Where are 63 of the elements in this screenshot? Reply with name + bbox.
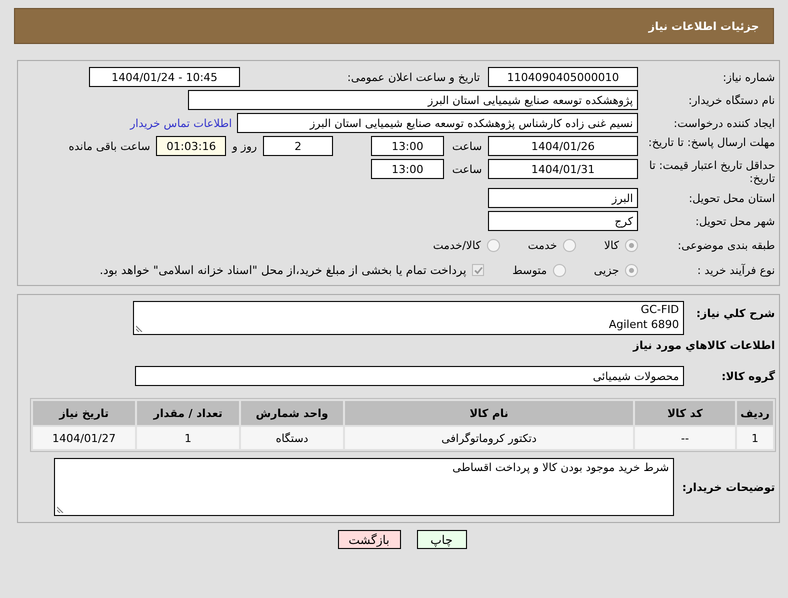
field-label: تاریخ و ساعت اعلان عمومی: [347, 70, 480, 84]
section-heading: اطلاعات کالاهاي مورد نياز [633, 339, 775, 352]
radio-button[interactable] [563, 238, 576, 252]
print-button[interactable]: چاپ [416, 530, 466, 549]
buyer-contact-link[interactable]: اطلاعات تماس خریدار [130, 116, 232, 130]
requester-field[interactable]: نسیم غنی زاده کارشناس پژوهشکده توسعه صنایع شیمیایی استان البرز [237, 113, 638, 133]
field-label: ایجاد کننده درخواست: [674, 116, 775, 130]
validity-date-field[interactable]: 1404/01/31 [488, 159, 638, 179]
resize-grip-icon [57, 505, 65, 513]
radio-label: کالا [604, 238, 619, 252]
goods-group-field[interactable]: محصولات شیمیائی [135, 366, 684, 386]
column-header: تعداد / مقدار [137, 401, 239, 425]
field-label: نوع فرآیند خرید : [697, 264, 775, 276]
province-field[interactable]: البرز [488, 188, 638, 208]
payment-note: پرداخت تمام یا بخشی از مبلغ خرید،از محل "اسناد خزانه اسلامی" خواهد بود. [100, 264, 466, 276]
field-label: شهر محل تحویل: [695, 214, 775, 228]
radio-label: متوسط [512, 264, 547, 276]
buyer-notes-box[interactable]: شرط خرید موجود بودن کالا و پرداخت اقساطی [54, 458, 674, 516]
radio-button[interactable] [486, 238, 500, 252]
days-field[interactable]: 2 [263, 136, 333, 156]
buyer-org-field[interactable]: پژوهشکده توسعه صنایع شیمیایی استان البرز [188, 90, 638, 110]
table-cell: دتکتور کروماتوگرافی [345, 427, 633, 449]
need-number-field[interactable]: 1104090405000010 [488, 67, 638, 87]
city-field[interactable]: کرج [488, 211, 638, 231]
checkbox[interactable] [472, 264, 484, 276]
column-header: واحد شمارش [241, 401, 343, 425]
time-label: ساعت [451, 162, 482, 176]
radio-label: کالا/خدمت [433, 238, 481, 252]
radio-label: خدمت [528, 238, 558, 252]
field-label: طبقه بندی موضوعی: [678, 238, 775, 252]
column-header: ردیف [737, 401, 773, 425]
column-header: کد کالا [635, 401, 735, 425]
field-label: شماره نیاز: [722, 70, 775, 84]
radio-button[interactable] [625, 238, 638, 252]
field-label: نام دستگاه خریدار: [688, 94, 775, 106]
table-cell: -- [635, 427, 735, 449]
remaining-label: ساعت باقی مانده [68, 140, 150, 152]
days-label: روز و [232, 140, 257, 152]
reply-date-field[interactable]: 1404/01/26 [488, 136, 638, 156]
field-label: استان محل تحویل: [688, 192, 775, 204]
table-cell: دستگاه [241, 427, 343, 449]
radio-label: جزیی [594, 264, 619, 276]
field-label: گروه کالا: [721, 370, 775, 382]
table-cell: 1 [137, 427, 239, 449]
radio-button[interactable] [552, 264, 566, 276]
field-label: شرح کلي نياز: [696, 307, 775, 320]
field-label: مهلت ارسال پاسخ: تا تاریخ: [648, 136, 775, 149]
table-cell: 1404/01/27 [33, 427, 135, 449]
remaining-time-field: 01:03:16 [156, 136, 226, 156]
reply-time-field[interactable]: 13:00 [371, 136, 444, 156]
page-title: جزئیات اطلاعات نیاز [648, 20, 759, 32]
announce-date-field[interactable]: 1404/01/24 - 10:45 [89, 67, 240, 87]
time-label: ساعت [451, 140, 482, 152]
radio-button[interactable] [625, 264, 638, 276]
description-box[interactable]: GC-FID Agilent 6890 [133, 301, 684, 335]
table-cell: 1 [737, 427, 773, 449]
resize-grip-icon [136, 324, 144, 332]
back-button[interactable]: بازگشت [338, 530, 400, 549]
column-header: تاریخ نیاز [33, 401, 135, 425]
field-label: توضیحات خریدار: [682, 480, 775, 494]
column-header: نام کالا [345, 401, 633, 425]
validity-time-field[interactable]: 13:00 [371, 159, 444, 179]
field-label: حداقل تاریخ اعتبار قیمت: تا تاریخ: [649, 159, 775, 185]
